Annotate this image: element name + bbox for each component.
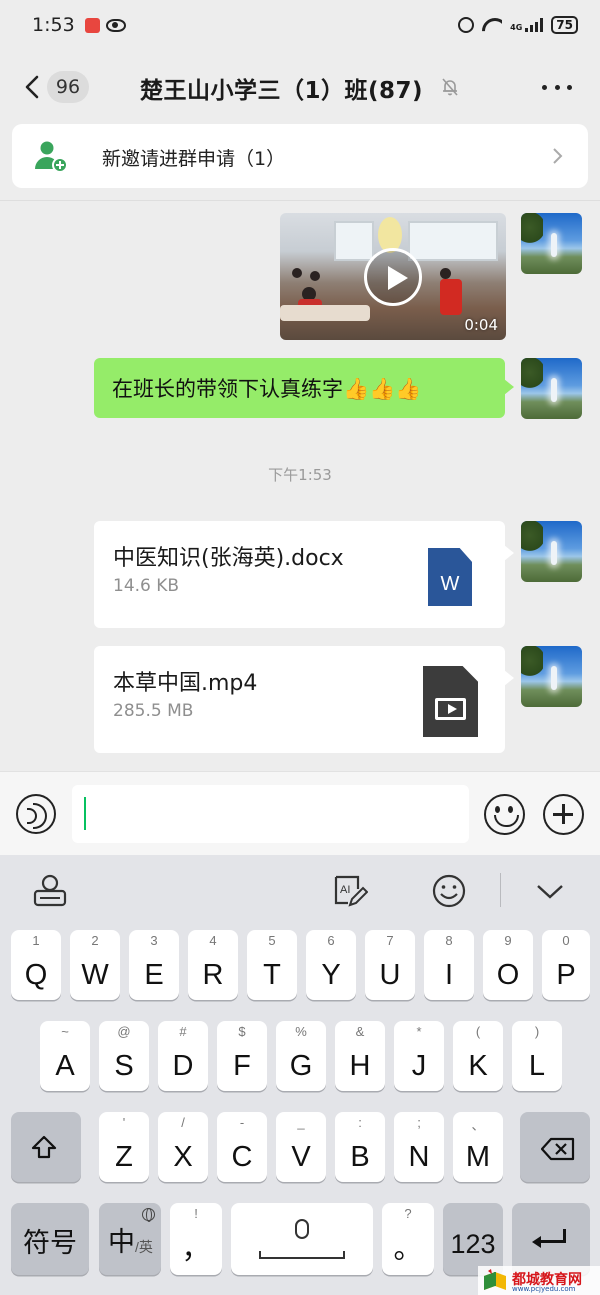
wifi-icon — [482, 18, 502, 32]
key-period[interactable]: ? 。 — [382, 1203, 434, 1275]
avatar[interactable] — [521, 521, 582, 582]
toolbar-separator — [500, 873, 501, 907]
key-y[interactable]: 6Y — [306, 930, 356, 1000]
video-file-icon — [423, 666, 478, 737]
message-timestamp: 下午1:53 — [268, 466, 332, 484]
back-icon[interactable] — [22, 75, 42, 99]
status-left-icons — [84, 17, 126, 33]
emoji-icon[interactable] — [484, 794, 525, 835]
key-x[interactable]: / X — [158, 1112, 208, 1182]
app-notification-icon — [84, 17, 100, 33]
key-backspace[interactable] — [520, 1112, 590, 1182]
input-bar — [0, 771, 600, 855]
status-right-icons: 4G 75 — [458, 16, 578, 34]
key-m[interactable]: 、 M — [453, 1112, 503, 1182]
file-size: 285.5 MB — [113, 701, 194, 721]
key-numbers[interactable]: 123 — [443, 1203, 503, 1275]
key-q[interactable]: 1Q — [11, 930, 61, 1000]
signal-icon: 4G — [510, 18, 544, 32]
text-message-bubble[interactable]: 在班长的带领下认真练字👍👍👍 — [94, 358, 514, 418]
more-options-icon[interactable] — [542, 85, 572, 91]
watermark-url: www.pcjyedu.com — [512, 1285, 576, 1293]
status-time: 1:53 — [32, 14, 75, 36]
play-button[interactable] — [364, 248, 422, 306]
video-duration: 0:04 — [464, 316, 498, 334]
more-actions-plus-icon[interactable] — [543, 794, 584, 835]
key-d[interactable]: # D — [158, 1021, 208, 1091]
key-g[interactable]: % G — [276, 1021, 326, 1091]
book-logo-icon — [484, 1268, 506, 1290]
file-name: 本草中国.mp4 — [113, 671, 258, 696]
avatar[interactable] — [521, 646, 582, 707]
chevron-right-icon — [553, 148, 563, 164]
video-message[interactable]: 0:04 — [280, 213, 506, 340]
key-o[interactable]: 9O — [483, 930, 533, 1000]
emoji-keyboard-icon[interactable] — [431, 873, 467, 909]
invite-label: 新邀请进群申请（1） — [102, 148, 286, 170]
network-type: 4G — [510, 23, 523, 32]
shift-arrow-icon — [31, 1135, 57, 1159]
space-bar-glyph — [259, 1251, 345, 1259]
file-message-mp4[interactable]: 本草中国.mp4 285.5 MB — [94, 646, 514, 753]
key-l[interactable]: ) L — [512, 1021, 562, 1091]
key-language-switch[interactable]: 中 /英 — [99, 1203, 161, 1275]
key-z[interactable]: ' Z — [99, 1112, 149, 1182]
keyboard: AI 1Q 2W 3E 4R 5T 6Y 7U 8I 9O 0 P ~ A @ … — [0, 855, 600, 1295]
avatar[interactable] — [521, 213, 582, 274]
group-invite-banner[interactable]: 新邀请进群申请（1） — [12, 124, 588, 188]
key-space[interactable] — [231, 1203, 373, 1275]
key-e[interactable]: 3E — [129, 930, 179, 1000]
key-n[interactable]: ; N — [394, 1112, 444, 1182]
battery-indicator: 75 — [551, 16, 578, 34]
hide-keyboard-chevron-icon[interactable] — [532, 873, 568, 909]
keyboard-settings-icon[interactable] — [32, 873, 68, 909]
file-size: 14.6 KB — [113, 576, 180, 596]
key-a[interactable]: ~ A — [40, 1021, 90, 1091]
ai-write-icon[interactable]: AI — [332, 873, 368, 909]
key-b[interactable]: :B — [335, 1112, 385, 1182]
message-input[interactable] — [72, 785, 469, 843]
eye-icon — [105, 18, 126, 32]
key-return[interactable] — [512, 1203, 590, 1275]
key-u[interactable]: 7U — [365, 930, 415, 1000]
return-arrow-icon — [532, 1229, 566, 1248]
key-shift[interactable] — [11, 1112, 81, 1182]
add-member-icon — [35, 141, 68, 173]
video-scene — [334, 221, 374, 261]
file-message-docx[interactable]: 中医知识(张海英).docx 14.6 KB W — [94, 521, 514, 628]
key-t[interactable]: 5T — [247, 930, 297, 1000]
file-name: 中医知识(张海英).docx — [113, 546, 344, 571]
chat-header: 96 楚王山小学三（1）班(87) — [0, 55, 600, 119]
microphone-icon — [295, 1219, 309, 1239]
key-c[interactable]: -C — [217, 1112, 267, 1182]
key-s[interactable]: @ S — [99, 1021, 149, 1091]
key-symbols[interactable]: 符号 — [11, 1203, 89, 1275]
avatar[interactable] — [521, 358, 582, 419]
keyboard-toolbar: AI — [0, 855, 600, 925]
chat-title: 楚王山小学三（1）班(87) — [140, 78, 424, 104]
key-i[interactable]: 8I — [424, 930, 474, 1000]
watermark: 都城教育网 www.pcjyedu.com — [478, 1266, 600, 1295]
key-r[interactable]: 4R — [188, 930, 238, 1000]
status-bar: 1:53 4G 75 — [0, 0, 600, 50]
backspace-icon — [541, 1137, 575, 1161]
header-divider — [0, 200, 600, 201]
key-w[interactable]: 2W — [70, 930, 120, 1000]
key-h[interactable]: & H — [335, 1021, 385, 1091]
key-v[interactable]: _ V — [276, 1112, 326, 1182]
text-cursor — [84, 797, 86, 830]
globe-icon — [142, 1208, 155, 1222]
alarm-icon — [458, 17, 475, 33]
voice-input-icon[interactable] — [16, 794, 56, 834]
ai-label: AI — [340, 884, 350, 896]
key-f[interactable]: $ F — [217, 1021, 267, 1091]
word-icon-letter: W — [440, 573, 460, 595]
key-comma[interactable]: ! ， — [170, 1203, 222, 1275]
key-j[interactable]: * J — [394, 1021, 444, 1091]
mute-bell-icon — [442, 78, 458, 96]
key-k[interactable]: (K — [453, 1021, 503, 1091]
word-doc-icon: W — [428, 548, 472, 606]
unread-count-badge[interactable]: 96 — [47, 71, 89, 103]
key-p[interactable]: 0P — [542, 930, 590, 1000]
